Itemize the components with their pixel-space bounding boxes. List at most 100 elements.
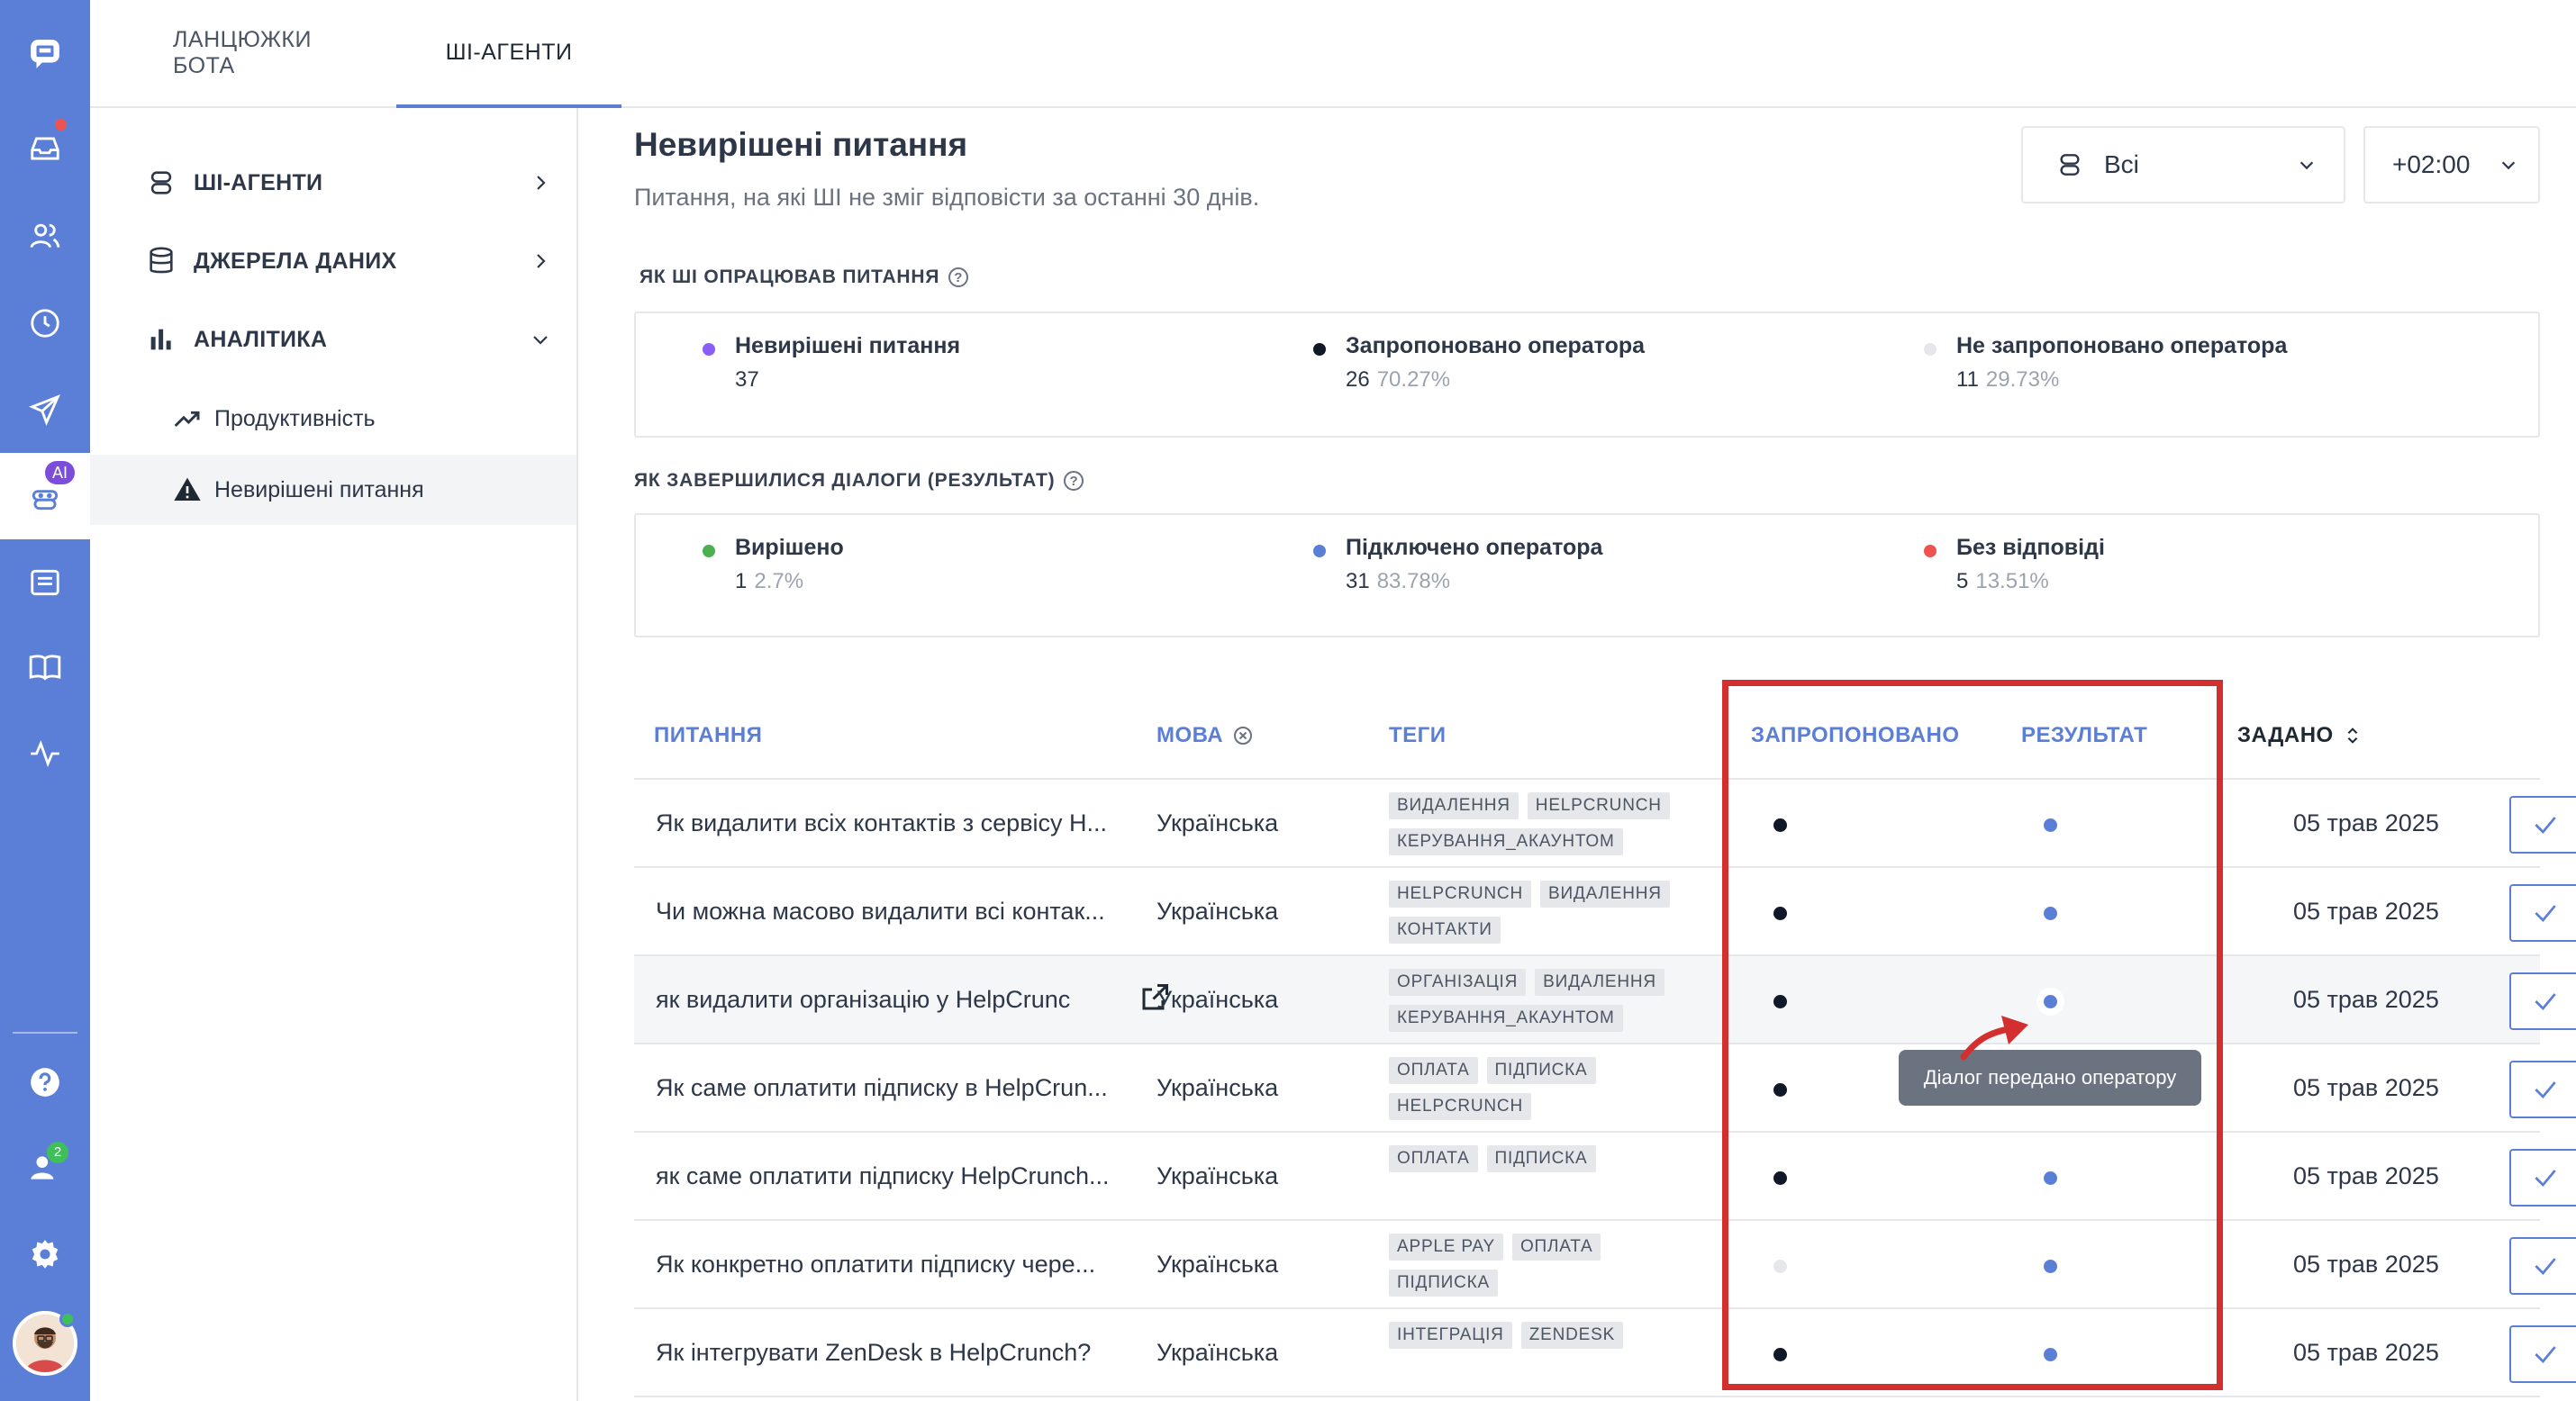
sidebar-item-performance[interactable]: Продуктивність <box>90 384 576 454</box>
mark-resolved-button[interactable] <box>2509 1061 2576 1118</box>
activity-icon[interactable] <box>23 731 68 776</box>
result-indicator[interactable] <box>2044 1348 2057 1361</box>
sidebar-item-ai-agents[interactable]: ШІ-АГЕНТИ <box>90 151 576 214</box>
column-language[interactable]: МОВА <box>1156 723 1254 748</box>
sidebar-item-analytics[interactable]: АНАЛІТИКА <box>90 308 576 371</box>
column-tags[interactable]: ТЕГИ <box>1389 723 1447 748</box>
result-indicator[interactable] <box>2044 907 2057 920</box>
history-icon[interactable] <box>23 301 68 346</box>
inbox-icon[interactable] <box>23 126 68 171</box>
processing-section-label: ЯК ШІ ОПРАЦЮВАВ ПИТАННЯ ? <box>639 267 969 288</box>
chevron-right-icon <box>537 176 546 190</box>
column-asked[interactable]: ЗАДАНО <box>2237 723 2363 748</box>
table-row[interactable]: як саме оплатити підписку HelpCrunch... У… <box>634 1133 2576 1221</box>
check-icon <box>2535 993 2556 1010</box>
stat-name: Без відповіді <box>1956 535 2105 560</box>
tag: ПІДПИСКА <box>1389 1270 1498 1297</box>
mark-resolved-button[interactable] <box>2509 1237 2576 1295</box>
sidebar-item-label: Невирішені питання <box>214 476 424 502</box>
help-icon[interactable] <box>23 1060 68 1105</box>
tag: HELPCRUNCH <box>1527 792 1670 819</box>
result-indicator[interactable] <box>2044 818 2057 832</box>
stat-count-value: 1 <box>735 569 748 593</box>
table-row[interactable]: Як конкретно оплатити підписку чере... Ук… <box>634 1221 2576 1309</box>
question-text[interactable]: як видалити організацію у HelpCrunc <box>656 986 1079 1014</box>
tag-list: APPLE PAY ОПЛАТА ПІДПИСКА <box>1389 1234 1713 1297</box>
tag: КЕРУВАННЯ_АКАУНТОМ <box>1389 828 1623 855</box>
sidebar-item-data-sources[interactable]: ДЖЕРЕЛА ДАНИХ <box>90 230 576 293</box>
question-text[interactable]: Як видалити всіх контактів з сервісу H..… <box>656 809 1124 837</box>
timezone-value: +02:00 <box>2392 150 2471 178</box>
sort-icon[interactable] <box>2343 726 2363 746</box>
database-icon <box>150 247 173 274</box>
mark-resolved-button[interactable] <box>2509 884 2576 942</box>
table-row[interactable]: Чи можна масово видалити всі контак... Ук… <box>634 868 2576 956</box>
column-result[interactable]: РЕЗУЛЬТАТ <box>2021 723 2147 748</box>
column-suggested[interactable]: ЗАПРОПОНОВАНО <box>1751 723 1960 748</box>
clear-filter-icon[interactable] <box>1232 725 1254 746</box>
sidebar-item-unresolved[interactable]: Невирішені питання <box>90 455 576 525</box>
settings-icon[interactable] <box>23 1232 68 1277</box>
check-icon <box>2535 1170 2556 1187</box>
language-text: Українська <box>1156 986 1279 1013</box>
result-indicator[interactable] <box>2044 995 2057 1008</box>
contacts-icon[interactable] <box>23 213 68 258</box>
result-indicator[interactable] <box>2044 1260 2057 1273</box>
stat-count: 31 83.78% <box>1346 569 1450 594</box>
result-indicator[interactable] <box>2044 1171 2057 1185</box>
column-question[interactable]: ПИТАННЯ <box>654 723 762 748</box>
table-row[interactable]: Як інтегрувати ZenDesk в HelpCrunch? Укра… <box>634 1309 2576 1397</box>
stat-percent: 13.51% <box>1975 569 2049 593</box>
question-text[interactable]: як саме оплатити підписку HelpCrunch... <box>656 1162 1124 1190</box>
sidebar: ШІ-АГЕНТИ ДЖЕРЕЛА ДАНИХ АНАЛІТИКА Продук… <box>90 108 578 1401</box>
stat-percent: 2.7% <box>754 569 804 593</box>
chevron-down-icon <box>2501 161 2516 170</box>
knowledge-base-icon[interactable] <box>23 645 68 690</box>
app-rail: AI 2 <box>0 0 90 1401</box>
stat-count: 26 70.27% <box>1346 367 1450 393</box>
chat-logo-icon[interactable] <box>23 32 68 77</box>
question-text[interactable]: Чи можна масово видалити всі контак... <box>656 898 1124 926</box>
section-label-text: ЯК ШІ ОПРАЦЮВАВ ПИТАННЯ <box>639 267 940 287</box>
mark-resolved-button[interactable] <box>2509 1149 2576 1207</box>
suggested-indicator <box>1773 818 1787 832</box>
stat-name: Вирішено <box>735 535 844 560</box>
question-text[interactable]: Як конкретно оплатити підписку чере... <box>656 1251 1124 1279</box>
mark-resolved-button[interactable] <box>2509 972 2576 1030</box>
stat-count-value: 31 <box>1346 569 1370 593</box>
send-icon[interactable] <box>23 387 68 432</box>
tag: ВИДАЛЕННЯ <box>1539 881 1670 908</box>
help-circle-icon[interactable]: ? <box>948 267 969 287</box>
table-row[interactable]: Як видалити всіх контактів з сервісу H..… <box>634 780 2576 868</box>
tag: APPLE PAY <box>1389 1234 1503 1261</box>
language-text: Українська <box>1156 1251 1279 1278</box>
table-row[interactable]: Як саме оплатити підписку в HelpCrun... У… <box>634 1044 2576 1133</box>
timezone-select[interactable]: +02:00 <box>2363 126 2540 203</box>
stat-percent: 83.78% <box>1376 569 1451 593</box>
stat-count-value: 11 <box>1956 367 1979 392</box>
suggested-indicator <box>1773 907 1787 920</box>
tab-bot-chains[interactable]: ЛАНЦЮЖКИ БОТА <box>173 0 353 106</box>
help-circle-icon[interactable]: ? <box>1064 471 1084 491</box>
tag: ОПЛАТА <box>1389 1145 1478 1172</box>
agent-filter-select[interactable]: Всі <box>2021 126 2345 203</box>
section-label-text: ЯК ЗАВЕРШИЛИСЯ ДІАЛОГИ (РЕЗУЛЬТАТ) <box>634 470 1056 491</box>
question-text[interactable]: Як інтегрувати ZenDesk в HelpCrunch? <box>656 1339 1124 1367</box>
check-icon <box>2535 817 2556 834</box>
asked-date: 05 трав 2025 <box>2293 1074 2439 1101</box>
mark-resolved-button[interactable] <box>2509 796 2576 854</box>
stat-percent: 70.27% <box>1376 367 1451 392</box>
question-text[interactable]: Як саме оплатити підписку в HelpCrun... <box>656 1074 1124 1102</box>
main-content: Невирішені питання Питання, на які ШІ не… <box>578 108 2576 1401</box>
mark-resolved-button[interactable] <box>2509 1325 2576 1383</box>
table-row[interactable]: як видалити організацію у HelpCrunc Украї… <box>634 956 2576 1044</box>
rail-divider <box>13 1032 77 1034</box>
tab-ai-agents[interactable]: ШІ-АГЕНТИ <box>396 0 621 108</box>
tag-list: ВИДАЛЕННЯ HELPCRUNCH КЕРУВАННЯ_АКАУНТОМ <box>1389 792 1713 855</box>
tag: КЕРУВАННЯ_АКАУНТОМ <box>1389 1005 1623 1032</box>
page-subtitle: Питання, на які ШІ не зміг відповісти за… <box>634 184 1260 211</box>
team-count-badge: 2 <box>47 1142 68 1163</box>
tag: ОПЛАТА <box>1389 1057 1478 1084</box>
widget-icon[interactable] <box>23 560 68 605</box>
tag: ОРГАНІЗАЦІЯ <box>1389 969 1527 996</box>
